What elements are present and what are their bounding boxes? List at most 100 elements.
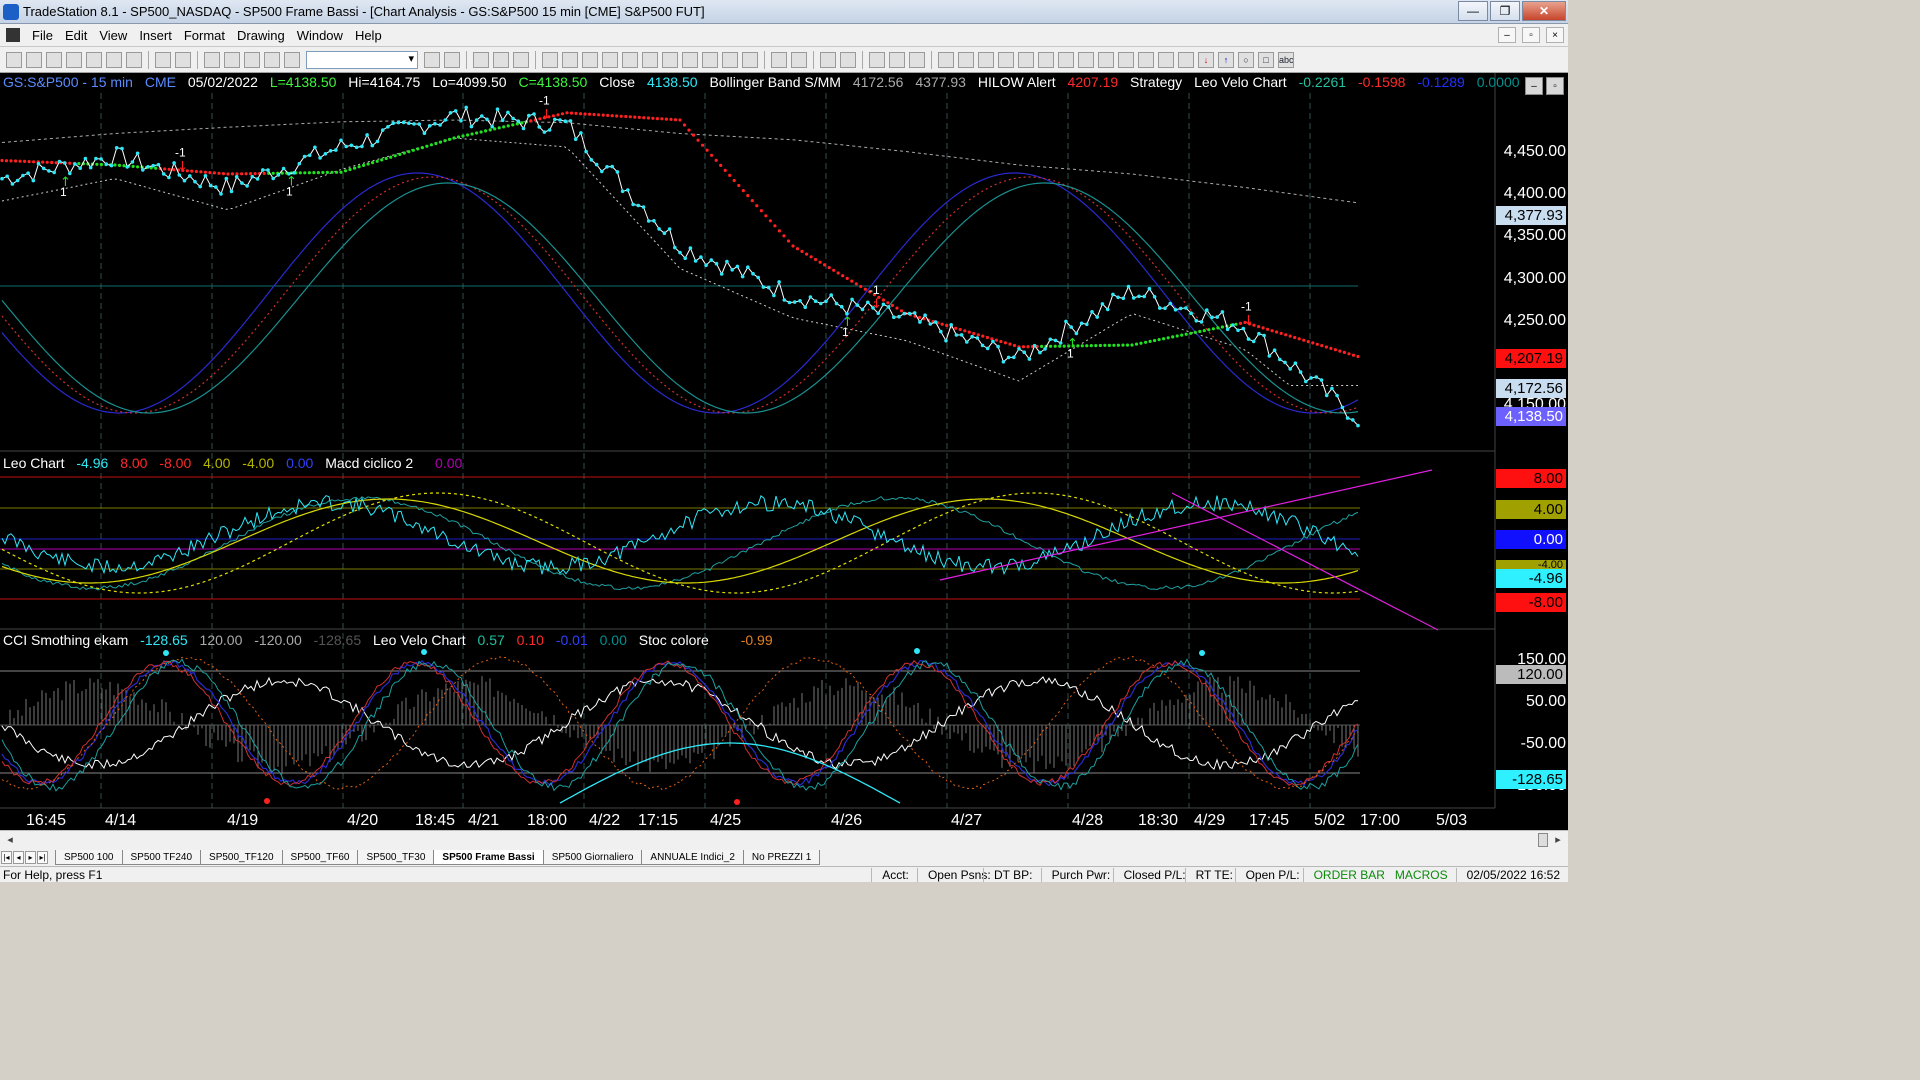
fib-icon[interactable] [998,51,1014,68]
workspace-icon[interactable] [204,51,220,68]
menu-edit[interactable]: Edit [59,28,93,43]
tab-sp500-giornaliero[interactable]: SP500 Giornaliero [542,850,643,865]
zoom-out-icon[interactable] [791,51,807,68]
gann-icon[interactable] [1038,51,1054,68]
price-tick-4350: 4,350.00 [1503,227,1566,244]
arc-icon[interactable] [1178,51,1194,68]
save-all-icon[interactable] [66,51,82,68]
close-button[interactable]: ✕ [1522,1,1566,21]
speedlines-icon[interactable] [1058,51,1074,68]
tab-next-icon[interactable]: ▸ [25,851,36,864]
macros-icon[interactable] [284,51,300,68]
hilow-alert-dot [411,148,415,152]
zoom-in-icon[interactable] [771,51,787,68]
hotlist-icon[interactable] [562,51,578,68]
maximize-button[interactable]: ❐ [1490,1,1520,21]
cycle-icon[interactable] [1158,51,1174,68]
scroll-thumb[interactable] [1538,833,1548,847]
menu-drawing[interactable]: Drawing [231,28,291,43]
tab-sp500-100[interactable]: SP500 100 [55,850,123,865]
down-arrow-icon[interactable]: ↓ [1198,51,1214,68]
search-symbol-icon[interactable] [444,51,460,68]
tab-sp500-tf120[interactable]: SP500_TF120 [200,850,283,865]
chart-analysis-icon[interactable] [473,51,489,68]
order-bar-label[interactable]: ORDER BAR [1302,867,1393,882]
print-icon[interactable] [175,51,191,68]
up-arrow-icon[interactable]: ↑ [1218,51,1234,68]
horizontal-scrollbar[interactable]: ◂ ▸ [0,830,1568,849]
tab-sp500-tf60[interactable]: SP500_TF60 [281,850,359,865]
angle-icon[interactable] [1078,51,1094,68]
menu-format[interactable]: Format [178,28,231,43]
rectangle-icon[interactable]: □ [1258,51,1274,68]
tab-sp500-tf240[interactable]: SP500 TF240 [121,850,202,865]
tab-sp500-frame-bassi[interactable]: SP500 Frame Bassi [433,850,544,865]
pointer-icon[interactable] [820,51,836,68]
open-icon[interactable] [26,51,42,68]
arrows-icon[interactable] [722,51,738,68]
print-preview-icon[interactable] [155,51,171,68]
tick-chart-icon[interactable] [702,51,718,68]
scroll-left-icon[interactable]: ◂ [2,832,18,848]
copy-icon[interactable] [106,51,122,68]
bar-chart-icon[interactable] [682,51,698,68]
chart-minimize-button[interactable]: – [1525,77,1543,95]
radar-icon[interactable] [493,51,509,68]
news-icon[interactable] [642,51,658,68]
mdi-close-button[interactable]: × [1546,27,1564,43]
pencil-icon[interactable] [1118,51,1134,68]
regression-icon[interactable] [1138,51,1154,68]
lock-icon[interactable] [244,51,260,68]
hilow-alert-dot [1021,345,1026,349]
channel-icon[interactable] [1018,51,1034,68]
tools-icon[interactable] [869,51,885,68]
portfolio-icon[interactable] [602,51,618,68]
tab-sp500-tf30[interactable]: SP500_TF30 [357,850,435,865]
horizontal-lines-icon[interactable] [978,51,994,68]
play-arrow-icon[interactable] [424,51,440,68]
menu-file[interactable]: File [26,28,59,43]
time-sales-icon[interactable] [662,51,678,68]
menu-help[interactable]: Help [349,28,388,43]
strategy-icon[interactable] [622,51,638,68]
tab-first-icon[interactable]: |◂ [1,851,12,864]
chart-restore-button[interactable]: ▫ [1546,77,1564,95]
hilow-alert-dot [687,128,691,132]
paste-icon[interactable] [126,51,142,68]
menu-view[interactable]: View [93,28,133,43]
chart-canvas[interactable]: 1↑-1↓1↑-1↓1↑-1↓1↑-1↓ [0,73,1568,830]
scroll-right-icon[interactable]: ▸ [1550,832,1566,848]
arrows-expand-icon[interactable] [742,51,758,68]
minimize-button[interactable]: — [1458,1,1488,21]
data-window-icon[interactable] [840,51,856,68]
close-price-point [469,124,474,129]
hilow-alert-dot [353,166,357,170]
messages-icon[interactable] [909,51,925,68]
text-tool-icon[interactable]: abc [1278,51,1294,68]
menu-window[interactable]: Window [291,28,349,43]
tab-annuale-indici-2[interactable]: ANNUALE Indici_2 [641,850,744,865]
tab-last-icon[interactable]: ▸| [37,851,48,864]
ellipse-icon[interactable]: ○ [1238,51,1254,68]
save-icon[interactable] [46,51,62,68]
trendline-icon[interactable] [938,51,954,68]
tab-prev-icon[interactable]: ◂ [13,851,24,864]
double-arrow-icon[interactable] [1098,51,1114,68]
tab-no-prezzi-1[interactable]: No PREZZI 1 [742,850,821,865]
new-icon[interactable] [6,51,22,68]
cut-icon[interactable] [86,51,102,68]
mdi-minimize-button[interactable]: – [1498,27,1516,43]
menu-insert[interactable]: Insert [133,28,178,43]
matrix-icon[interactable] [513,51,529,68]
chart-area[interactable]: 1 ↑ -1 ↓ 1 ↑ -1 ↓ 1 ↑ -1 ↓ 1 ↑ -1 ↓ – ▫ GS:S&P500 - 15 … [0,73,1568,830]
optionstation-icon[interactable] [582,51,598,68]
document-icon[interactable] [6,28,20,42]
calculator-icon[interactable] [264,51,280,68]
macros-label[interactable]: MACROS [1393,868,1456,882]
alerts-icon[interactable] [889,51,905,68]
symbol-combo[interactable] [306,50,418,69]
scanner-icon[interactable] [542,51,558,68]
mdi-restore-button[interactable]: ▫ [1522,27,1540,43]
vertical-lines-icon[interactable] [958,51,974,68]
workspace-save-icon[interactable] [224,51,240,68]
